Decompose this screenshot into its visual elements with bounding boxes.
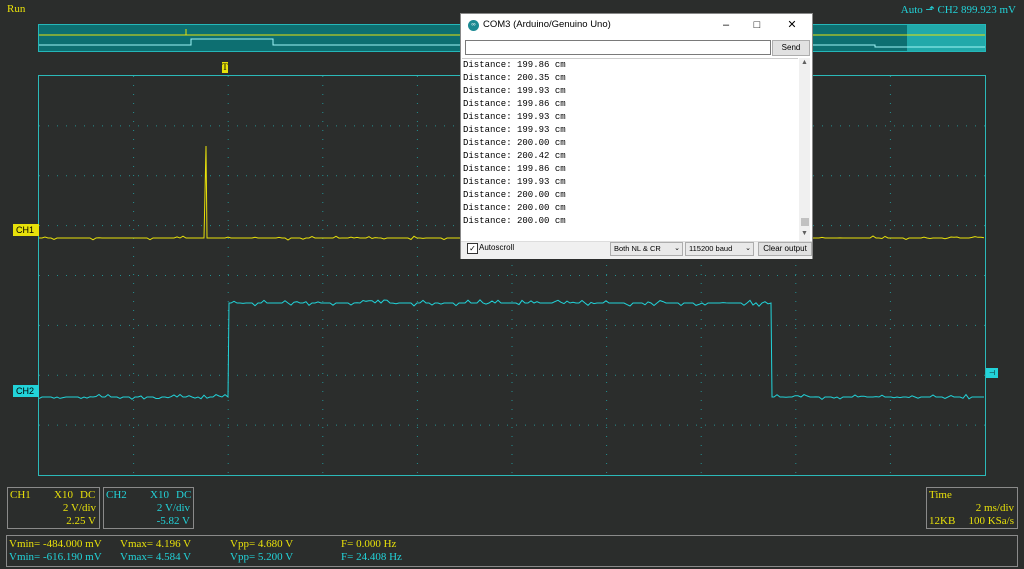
ch1-volts-div: 2 V/div [62,502,96,514]
clear-output-button[interactable]: Clear output [758,242,812,256]
window-title: COM3 (Arduino/Genuino Uno) [483,19,611,30]
serial-line: Distance: 199.93 cm [463,125,566,135]
ch1-coupling: DC [80,489,96,501]
ch1-vmin: Vmin= -484.000 mV [9,538,102,550]
line-ending-select[interactable]: Both NL & CR ⌄ [610,242,683,256]
serial-scrollbar[interactable]: ▲ ▼ [799,58,810,241]
autoscroll-label: Autoscroll [479,243,515,252]
ch2-vmin: Vmin= -616.190 mV [9,551,102,563]
serial-line: Distance: 200.42 cm [463,151,566,161]
chevron-down-icon: ⌄ [674,245,680,252]
serial-line: Distance: 199.93 cm [463,177,566,187]
ch1-probe: X10 [54,489,73,501]
sample-rate: 100 KSa/s [968,515,1014,527]
serial-line: Distance: 200.00 cm [463,203,566,213]
ch2-settings-panel[interactable]: CH2 X10 DC 2 V/div -5.82 V [103,487,194,529]
ch1-offset: 2.25 V [66,515,96,527]
trigger-status: Auto ⬏ CH2 899.923 mV [900,4,1016,16]
close-button[interactable]: ✕ [782,17,802,33]
ch2-offset: -5.82 V [156,515,190,527]
ch1-level-marker[interactable]: CH1 [13,224,39,236]
line-ending-value: Both NL & CR [614,244,661,253]
autoscroll-checkbox[interactable]: ✓ [467,243,478,254]
serial-monitor-window: ∞ COM3 (Arduino/Genuino Uno) – □ ✕ Send … [460,13,813,259]
ch2-trigger-level-marker[interactable]: ⊣ [986,368,998,378]
trigger-position-marker[interactable]: T [222,62,228,73]
measurement-bar: Vmin= -484.000 mV Vmax= 4.196 V Vpp= 4.6… [6,535,1018,567]
time-per-div: 2 ms/div [975,502,1014,514]
serial-line: Distance: 200.00 cm [463,138,566,148]
chevron-down-icon: ⌄ [745,245,751,252]
ch1-settings-panel[interactable]: CH1 X10 DC 2 V/div 2.25 V [7,487,100,529]
serial-line: Distance: 200.35 cm [463,73,566,83]
ch2-probe: X10 [150,489,169,501]
serial-output[interactable]: Distance: 199.86 cm Distance: 200.35 cm Di… [462,58,798,242]
ch1-frequency: F= 0.000 Hz [341,538,397,550]
arduino-icon: ∞ [468,20,479,31]
ch2-panel-name: CH2 [106,489,127,501]
serial-line: Distance: 199.86 cm [463,99,566,109]
serial-line: Distance: 199.93 cm [463,112,566,122]
serial-line: Distance: 199.86 cm [463,164,566,174]
ch2-level-marker[interactable]: CH2 [13,385,39,397]
ch1-panel-name: CH1 [10,489,31,501]
scroll-thumb[interactable] [801,218,809,226]
baud-value: 115200 baud [689,244,733,253]
ch1-vmax: Vmax= 4.196 V [120,538,192,550]
run-status[interactable]: Run [7,3,25,15]
baud-select[interactable]: 115200 baud ⌄ [685,242,754,256]
ch2-vpp: Vpp= 5.200 V [230,551,294,563]
title-bar[interactable]: ∞ COM3 (Arduino/Genuino Uno) – □ ✕ [461,14,812,37]
ch2-vmax: Vmax= 4.584 V [120,551,192,563]
scroll-up-icon[interactable]: ▲ [799,58,810,68]
serial-line: Distance: 199.86 cm [463,60,566,70]
memory-depth: 12KB [929,515,956,527]
time-label: Time [929,489,952,501]
serial-line: Distance: 200.00 cm [463,190,566,200]
ch2-trace [38,299,984,401]
ch1-vpp: Vpp= 4.680 V [230,538,294,550]
serial-line: Distance: 200.00 cm [463,216,566,226]
send-button[interactable]: Send [772,40,810,56]
minimize-button[interactable]: – [716,17,736,33]
scroll-down-icon[interactable]: ▼ [799,229,810,239]
maximize-button[interactable]: □ [747,17,767,33]
serial-input[interactable] [465,40,771,55]
ch2-volts-div: 2 V/div [156,502,190,514]
time-settings-panel[interactable]: Time 2 ms/div 12KB 100 KSa/s [926,487,1018,529]
ch2-coupling: DC [176,489,192,501]
serial-line: Distance: 199.93 cm [463,86,566,96]
ch2-frequency: F= 24.408 Hz [341,551,402,563]
